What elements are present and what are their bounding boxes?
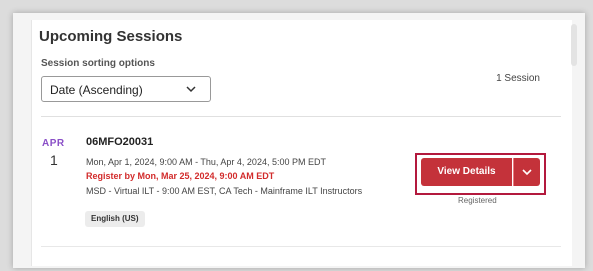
sort-select-value: Date (Ascending)	[50, 83, 143, 97]
session-count: 1 Session	[496, 73, 540, 84]
divider	[41, 246, 561, 247]
status-label: Registered	[458, 196, 497, 205]
scrollbar[interactable]	[571, 24, 577, 66]
session-day: 1	[50, 152, 58, 168]
view-details-button[interactable]: View Details	[421, 158, 512, 186]
session-code: 06MFO20031	[86, 136, 154, 148]
language-badge: English (US)	[85, 211, 145, 227]
sort-label: Session sorting options	[41, 58, 155, 69]
more-options-button[interactable]	[513, 158, 540, 186]
register-deadline: Register by Mon, Mar 25, 2024, 9:00 AM E…	[86, 171, 275, 181]
section-title: Upcoming Sessions	[39, 28, 183, 45]
session-month: APR	[42, 138, 65, 149]
chevron-down-icon	[522, 169, 532, 176]
session-dates: Mon, Apr 1, 2024, 9:00 AM - Thu, Apr 4, …	[86, 157, 326, 167]
session-description: MSD - Virtual ILT - 9:00 AM EST, CA Tech…	[86, 186, 363, 196]
chevron-down-icon	[186, 86, 196, 93]
sort-select[interactable]: Date (Ascending)	[41, 76, 211, 102]
divider	[41, 116, 561, 117]
